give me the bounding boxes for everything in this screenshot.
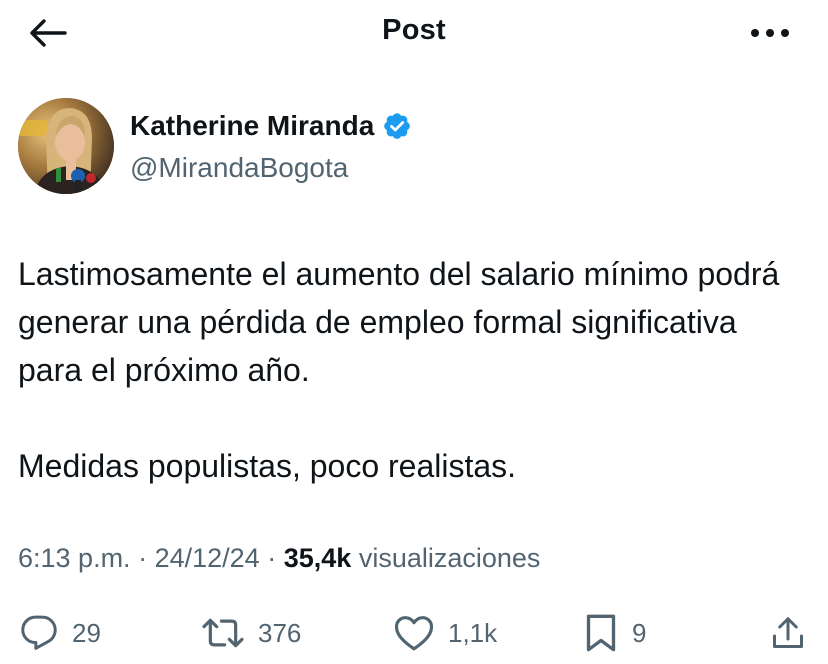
bookmark-button[interactable]: 9 [584, 606, 646, 660]
meta-separator: · [267, 543, 277, 573]
repost-count: 376 [258, 617, 302, 648]
reply-button[interactable]: 29 [20, 606, 101, 660]
avatar[interactable] [18, 98, 114, 194]
share-icon [773, 617, 803, 648]
action-bar: 29 376 1,1k 9 [0, 606, 828, 660]
post-paragraph: Medidas populistas, poco realistas. [18, 448, 517, 484]
post-time[interactable]: 6:13 p.m. [18, 543, 131, 573]
post-text: Lastimosamente el aumento del salario mí… [18, 250, 808, 490]
like-button[interactable]: 1,1k [394, 606, 497, 660]
top-bar: Post [0, 0, 828, 66]
author-block: Katherine Miranda @MirandaBogota [18, 98, 718, 198]
like-count: 1,1k [448, 617, 498, 648]
page-title: Post [382, 14, 446, 46]
more-options-button[interactable] [746, 16, 794, 50]
post-date[interactable]: 24/12/24 [155, 543, 260, 573]
author-name-row: Katherine Miranda [130, 110, 412, 142]
author-handle[interactable]: @MirandaBogota [130, 152, 348, 184]
bookmark-icon [586, 614, 616, 652]
reply-icon [21, 615, 57, 650]
meta-separator: · [138, 543, 148, 573]
repost-button[interactable]: 376 [202, 606, 301, 660]
post-metadata: 6:13 p.m. · 24/12/24 · 35,4k visualizaci… [18, 543, 540, 574]
heart-icon [394, 616, 434, 651]
reply-count: 29 [72, 617, 101, 648]
share-button[interactable] [770, 606, 806, 660]
post-paragraph: Lastimosamente el aumento del salario mí… [18, 256, 780, 388]
repost-icon [202, 618, 244, 648]
views-count[interactable]: 35,4k [284, 543, 352, 573]
views-label: visualizaciones [358, 543, 541, 573]
author-name[interactable]: Katherine Miranda [130, 110, 374, 142]
verified-badge-icon [382, 111, 412, 141]
profile-photo [18, 98, 114, 194]
bookmark-count: 9 [632, 617, 647, 648]
more-horizontal-icon [751, 29, 789, 37]
